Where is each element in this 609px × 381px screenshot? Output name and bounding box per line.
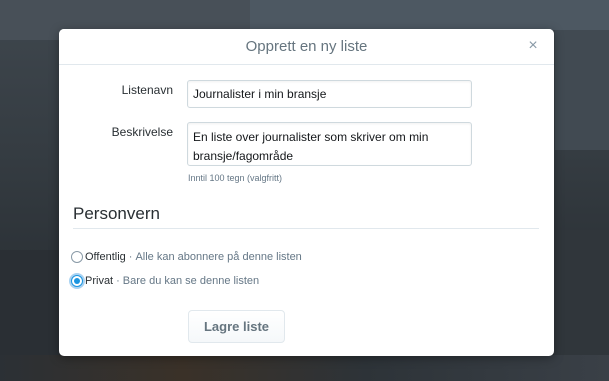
backdrop-block <box>555 30 609 150</box>
description-hint: Inntil 100 tegn (valgfritt) <box>188 173 283 183</box>
radio-private-label: Privat <box>85 275 114 287</box>
privacy-heading: Personvern <box>73 204 160 223</box>
radio-separator: · <box>116 275 120 287</box>
radio-public[interactable] <box>71 251 83 263</box>
list-name-input[interactable] <box>187 80 472 108</box>
dialog-header: Opprett en ny liste × <box>59 29 554 65</box>
radio-public-description: Alle kan abonnere på denne listen <box>135 251 302 263</box>
radio-separator: · <box>128 251 133 263</box>
section-divider <box>73 228 539 229</box>
privacy-option-private[interactable]: Privat · Bare du kan se denne listen <box>71 273 259 289</box>
close-icon[interactable]: × <box>524 36 542 56</box>
radio-private-description: Bare du kan se denne listen <box>122 275 260 287</box>
backdrop-block <box>250 0 609 30</box>
description-label: Beskrivelse <box>111 125 173 139</box>
radio-private[interactable] <box>71 275 83 287</box>
radio-public-label: Offentlig <box>85 251 126 263</box>
privacy-option-public[interactable]: Offentlig · Alle kan abonnere på denne l… <box>71 249 302 265</box>
dialog-title: Opprett en ny liste <box>245 38 368 55</box>
save-list-button[interactable]: Lagre liste <box>188 310 285 343</box>
create-list-dialog: Opprett en ny liste × Listenavn Beskrive… <box>59 29 554 356</box>
backdrop-block <box>0 355 609 381</box>
description-textarea[interactable]: En liste over journalister som skriver o… <box>187 122 472 166</box>
list-name-label: Listenavn <box>121 83 173 97</box>
